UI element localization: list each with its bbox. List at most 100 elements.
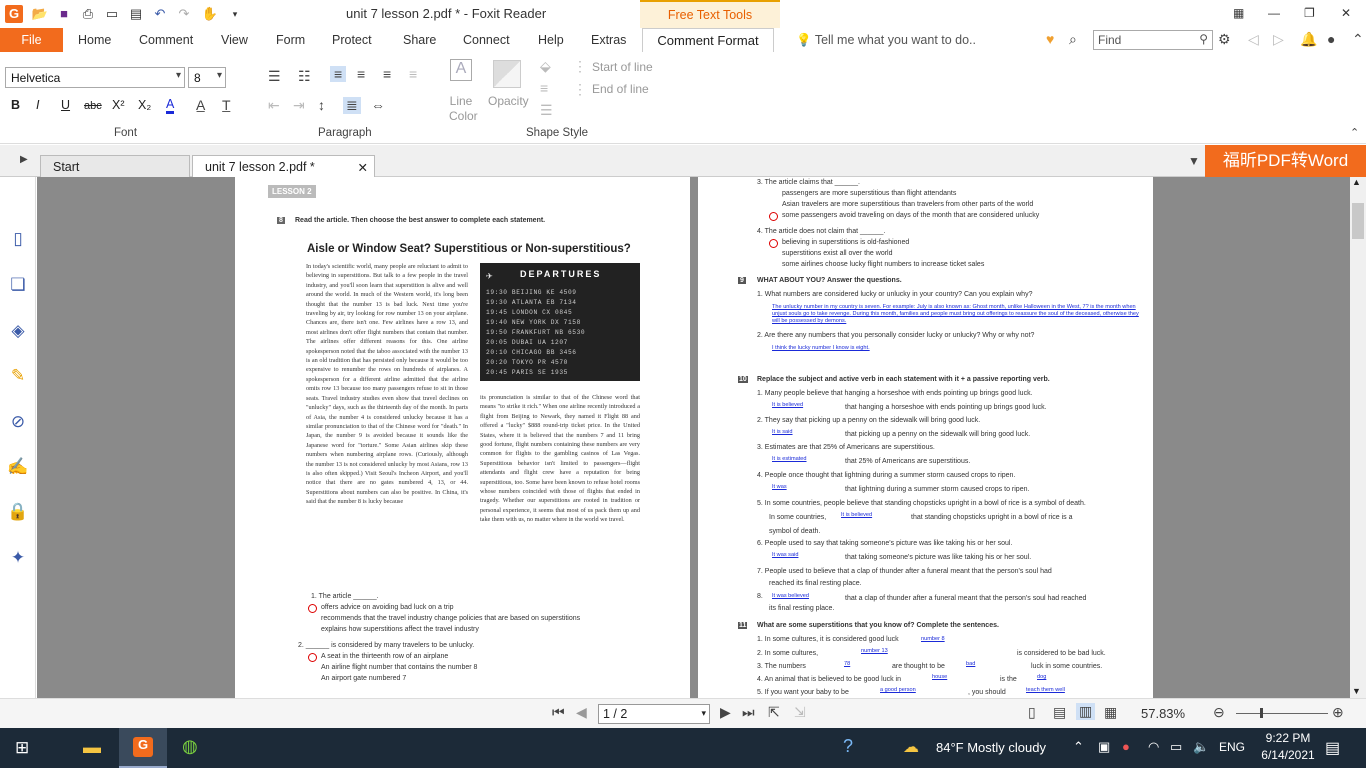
char-spacing-icon[interactable]: A̲ [196,97,205,113]
strikethrough-button[interactable]: abc [84,100,102,112]
comments-icon[interactable]: ✎ [7,366,29,388]
close-button[interactable]: ✕ [1341,6,1351,20]
tab-home[interactable]: Home [78,33,111,47]
heart-icon[interactable]: ♥ [1046,31,1054,47]
print-icon[interactable]: ⎙ [79,5,97,23]
zoom-out-icon[interactable]: ⊖ [1213,704,1225,721]
opacity-swatch-icon[interactable] [493,60,521,88]
foxit-logo-icon[interactable]: G [5,5,23,23]
single-page-icon[interactable]: ▯ [1028,704,1036,721]
tab-list-chevron-icon[interactable]: ▼ [1188,154,1200,168]
start-of-line-select[interactable]: Start of line [592,60,653,74]
font-size-select[interactable]: 8 [188,67,226,88]
next-result-icon[interactable]: ▷ [1273,31,1284,48]
redo-icon[interactable]: ↷ [175,5,193,23]
signatures-icon[interactable]: ✍ [7,457,29,479]
attachments-icon[interactable]: ⊘ [7,412,29,434]
security-lock-icon[interactable]: 🔒 [7,502,29,524]
tab-comment-format[interactable]: Comment Format [642,28,774,52]
tell-me-search[interactable]: 💡 Tell me what you want to do.. [796,33,976,48]
italic-button[interactable]: I [36,98,39,112]
nav-panel-toggle-icon[interactable]: ▶ [20,154,28,165]
align-left-icon[interactable]: ≡ [330,66,347,82]
page-dropdown-icon[interactable]: ▾ [701,708,706,719]
zoom-level[interactable]: 57.83% [1141,706,1185,721]
tab-extras[interactable]: Extras [591,33,626,47]
collapse-ribbon-icon[interactable]: ⌃ [1352,31,1364,48]
tab-view[interactable]: View [221,33,248,47]
find-input[interactable]: Find ⚲ [1093,30,1213,50]
collapse-ribbon-chevron-icon[interactable]: ⌃ [1350,126,1359,139]
prev-result-icon[interactable]: ◁ [1248,31,1259,48]
tray-device-icon[interactable]: ▣ [1098,739,1110,755]
clock-time[interactable]: 9:22 PM [1258,731,1318,745]
settings-gear-icon[interactable]: ⚙ [1218,31,1231,48]
underline-button[interactable]: U [61,98,70,112]
notification-bell-icon[interactable]: 🔔 [1300,31,1317,48]
customize-qa-chevron-icon[interactable]: ▾ [226,5,244,23]
create-icon[interactable]: ▭ [103,5,121,23]
line-color-swatch-icon[interactable]: A [450,59,472,81]
fill-color-icon[interactable]: ⬙ [540,58,551,75]
continuous-icon[interactable]: ▤ [1053,704,1066,721]
bookmarks-icon[interactable]: ❏ [7,275,29,297]
decrease-indent-icon[interactable]: ⇤ [268,97,280,114]
opacity-button[interactable]: Opacity [488,94,529,108]
file-explorer-icon[interactable]: ▬ [83,737,101,758]
prev-page-icon[interactable]: ◀ [576,704,587,721]
align-right-icon[interactable]: ≡ [383,66,391,82]
scroll-up-icon[interactable]: ▲ [1352,177,1361,187]
page-number-input[interactable]: 1 / 2 ▾ [598,704,710,724]
search-icon[interactable]: ⚲ [1199,32,1208,46]
hand-tool-icon[interactable]: ✋ [201,5,219,23]
windows-start-icon[interactable]: ⊞ [15,738,29,758]
line-width-icon[interactable]: ≡ [540,80,548,96]
tab-document[interactable]: unit 7 lesson 2.pdf * ✕ [192,155,375,177]
weather-icon[interactable]: ☁ [903,737,919,757]
pdf-to-word-banner[interactable]: 福昕PDF转Word [1205,145,1366,177]
close-tab-icon[interactable]: ✕ [358,160,368,175]
ribbon-display-icon[interactable]: ▦ [1233,6,1244,20]
tab-start[interactable]: Start [40,155,190,177]
next-page-icon[interactable]: ▶ [720,704,731,721]
stamp-icon[interactable]: ▤ [127,5,145,23]
last-page-icon[interactable]: ⏭ [742,704,755,721]
line-spacing-icon[interactable]: ↕ [318,97,325,113]
numbered-list-icon[interactable]: ☷ [298,68,311,85]
bullet-list-icon[interactable]: ☰ [268,68,281,85]
increase-indent-icon[interactable]: ⇥ [293,97,305,114]
document-viewer[interactable] [37,177,1350,698]
zoom-slider-handle[interactable] [1260,708,1263,718]
volume-icon[interactable]: 🔈 [1193,739,1209,755]
subscript-button[interactable]: X₂ [138,98,151,112]
start-line-icon[interactable]: ⋮ [573,58,587,75]
browser-taskbar-icon[interactable]: ◍ [182,736,198,757]
tab-form[interactable]: Form [276,33,305,47]
action-center-icon[interactable]: ▤ [1325,738,1340,758]
justify-icon[interactable]: ≡ [409,66,417,82]
vertical-scrollbar[interactable]: ▲ ▼ [1350,177,1366,698]
tab-comment[interactable]: Comment [139,33,193,47]
zoom-in-icon[interactable]: ⊕ [1332,704,1344,721]
language-indicator[interactable]: ENG [1219,740,1245,754]
facing-icon[interactable]: ▥ [1076,703,1096,720]
tab-share[interactable]: Share [403,33,436,47]
tab-connect[interactable]: Connect [463,33,510,47]
line-style-icon[interactable]: ☰ [540,102,553,119]
undo-icon[interactable]: ↶ [151,5,169,23]
text-style-icon[interactable]: T̲ [222,97,231,113]
clock-date[interactable]: 6/14/2021 [1254,748,1322,762]
first-page-icon[interactable]: ⏮ [552,704,565,721]
minimize-button[interactable]: — [1268,6,1280,20]
taskbar-foxit[interactable]: G [119,728,167,768]
tab-help[interactable]: Help [538,33,564,47]
battery-icon[interactable]: ▭ [1170,739,1182,755]
zoom-slider-track[interactable] [1236,713,1328,714]
save-icon[interactable]: ■ [55,5,73,23]
superscript-button[interactable]: X² [112,98,125,112]
weather-text[interactable]: 84°F Mostly cloudy [936,740,1046,755]
help-icon[interactable]: ? [843,736,853,757]
scroll-down-icon[interactable]: ▼ [1352,686,1361,696]
find-folder-icon[interactable]: ⌕ [1069,31,1077,48]
restore-button[interactable]: ❐ [1304,6,1315,20]
